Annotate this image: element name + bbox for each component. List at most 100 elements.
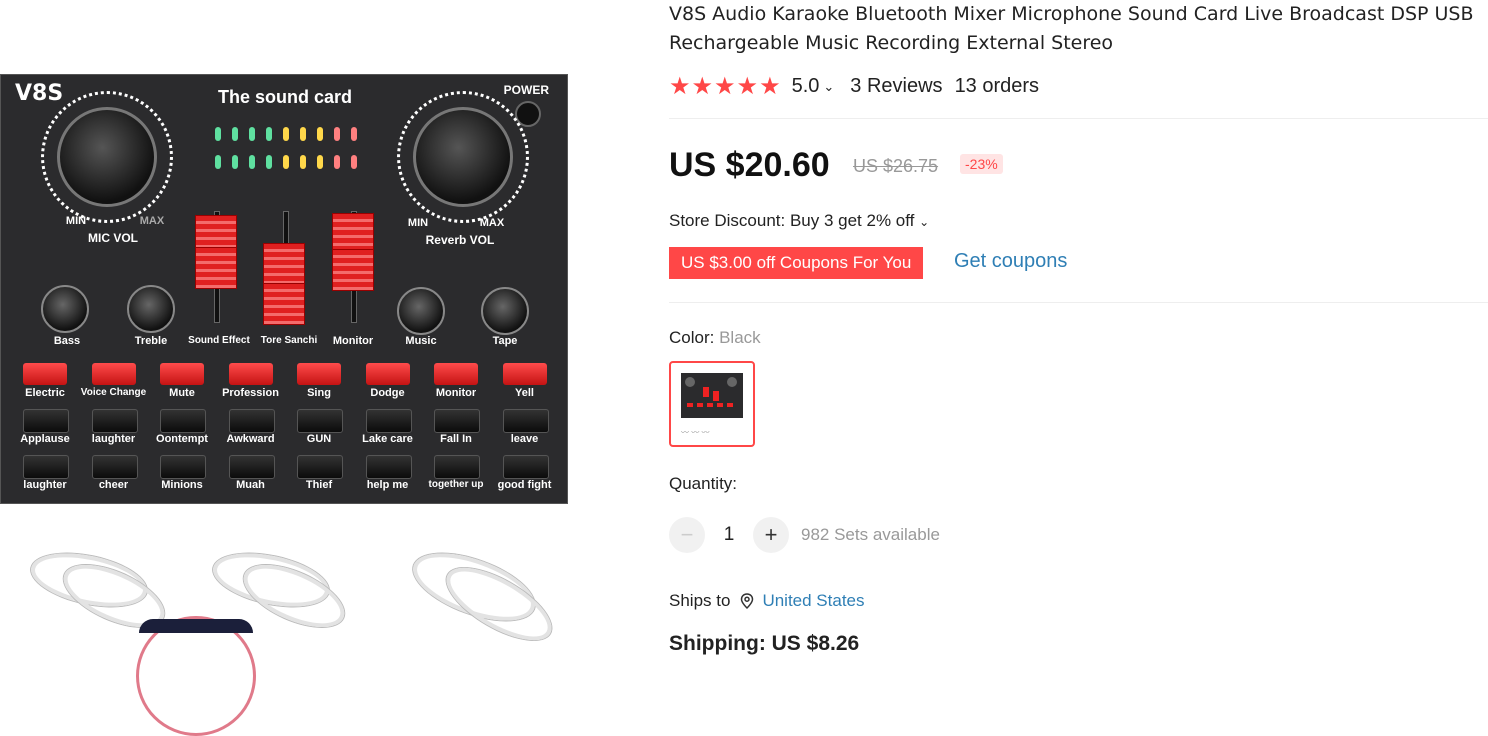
divider (669, 118, 1488, 119)
quantity-stepper: − 1 + 982 Sets available (669, 517, 940, 553)
monitor-label: Monitor (332, 335, 374, 347)
thumbnail-pad (697, 403, 703, 407)
orders-count: 13 orders (954, 75, 1040, 97)
effect-pad (23, 455, 69, 479)
ships-to-country-link[interactable]: United States (762, 591, 864, 611)
led-light (232, 127, 238, 141)
effect-pad-label: Sing (307, 387, 331, 399)
led-light (317, 127, 323, 141)
led-light (317, 155, 323, 169)
rating-value[interactable]: 5.0 (792, 75, 820, 98)
effect-pad-label: Oontempt (156, 433, 208, 445)
effect-pad-label: Mute (169, 387, 195, 399)
effect-pad-label: leave (510, 433, 539, 445)
main-product-image[interactable]: V8S The sound card POWER MIN MAX MIC VOL… (0, 74, 568, 504)
star-icon: ★ (714, 73, 737, 100)
chevron-down-icon: ⌄ (919, 215, 930, 229)
treble-label: Treble (134, 335, 168, 347)
effect-pad (23, 363, 67, 385)
effect-pad-label: Minions (161, 479, 203, 491)
color-swatch-black[interactable]: 〰 〰 〰 (669, 361, 755, 447)
decrease-quantity-button[interactable]: − (669, 517, 705, 553)
effect-pad-label: help me (366, 479, 409, 491)
rating-stars: ★★★★★ (669, 72, 782, 101)
star-icon: ★ (759, 73, 782, 100)
thumbnail-knob (685, 377, 695, 387)
music-knob (397, 287, 445, 335)
reverb-min-label: MIN (407, 217, 429, 229)
original-price: US $26.75 (853, 156, 939, 176)
mic-max-label: MAX (139, 215, 165, 227)
increase-quantity-button[interactable]: + (753, 517, 789, 553)
effect-pad-label: Awkward (226, 433, 275, 445)
sound-effect-label: Sound Effect (188, 335, 250, 346)
thumbnail-pad (707, 403, 713, 407)
tape-label: Tape (492, 335, 518, 347)
product-gallery: V8S The sound card POWER MIN MAX MIC VOL… (0, 0, 600, 736)
thumbnail-fader (703, 387, 709, 397)
effect-pad (228, 363, 273, 385)
effect-pad-label: Lake care (362, 433, 413, 445)
effect-pad-label: cheer (98, 479, 129, 491)
star-icon: ★ (669, 73, 692, 100)
led-light (215, 155, 221, 169)
effect-pad (91, 363, 136, 385)
effect-pad (434, 409, 480, 433)
tore-sanchi-fader (263, 243, 305, 285)
effect-pad-label: Dodge (370, 387, 405, 399)
led-light (351, 127, 357, 141)
led-light (215, 127, 221, 141)
effect-pad (365, 363, 410, 385)
effect-pad (160, 455, 206, 479)
get-coupons-link[interactable]: Get coupons (954, 250, 1067, 273)
color-label: Color: (669, 328, 715, 347)
divider (669, 302, 1488, 303)
effect-pad-label: Profession (222, 387, 279, 399)
led-light (249, 155, 255, 169)
stock-available: 982 Sets available (801, 525, 940, 544)
ships-to-row: Ships to United States (669, 591, 865, 611)
effect-pad (434, 363, 478, 385)
cable-ring-image (136, 616, 256, 736)
effect-pad (297, 409, 343, 433)
effect-pad-label: Muah (236, 479, 265, 491)
effect-pad (365, 455, 412, 479)
swatch-thumbnail (681, 373, 743, 418)
effect-pad (365, 409, 412, 433)
effect-pad-label: laughter (23, 479, 67, 491)
store-discount[interactable]: Store Discount: Buy 3 get 2% off ⌄ (669, 211, 929, 231)
led-light (283, 127, 289, 141)
effect-pad-label: Fall In (440, 433, 472, 445)
led-light (249, 127, 255, 141)
coupon-badge[interactable]: US $3.00 off Coupons For You (669, 247, 924, 279)
effect-pad-label: Yell (515, 387, 534, 399)
effect-pad-label: good fight (497, 479, 552, 491)
star-icon: ★ (736, 73, 760, 100)
led-light (232, 155, 238, 169)
effect-pad (502, 409, 549, 433)
shipping-cost: Shipping: US $8.26 (669, 632, 860, 655)
tore-sanchi-label: Tore Sanchi (260, 335, 318, 346)
effect-pad-label: GUN (306, 433, 332, 445)
led-light (334, 155, 340, 169)
star-icon: ★ (691, 73, 715, 100)
effect-pad (297, 363, 341, 385)
discount-badge: -23% (960, 154, 1003, 174)
thumbnail-knob (727, 377, 737, 387)
led-light (283, 155, 289, 169)
quantity-value[interactable]: 1 (705, 524, 753, 546)
mic-vol-knob (57, 107, 157, 207)
reverb-max-label: MAX (479, 217, 505, 229)
thumbnail-fader (713, 391, 719, 401)
device-power-label: POWER (503, 83, 549, 97)
bass-knob (41, 285, 89, 333)
reviews-link[interactable]: 3 Reviews (850, 75, 942, 98)
chevron-down-icon[interactable]: ⌄ (823, 79, 834, 95)
thumbnail-pad (687, 403, 693, 407)
color-row: Color: Black (669, 328, 761, 348)
treble-knob (127, 285, 175, 333)
color-value: Black (719, 328, 761, 347)
tape-knob (481, 287, 529, 335)
effect-pad-label: Applause (20, 433, 70, 445)
led-light (300, 155, 306, 169)
